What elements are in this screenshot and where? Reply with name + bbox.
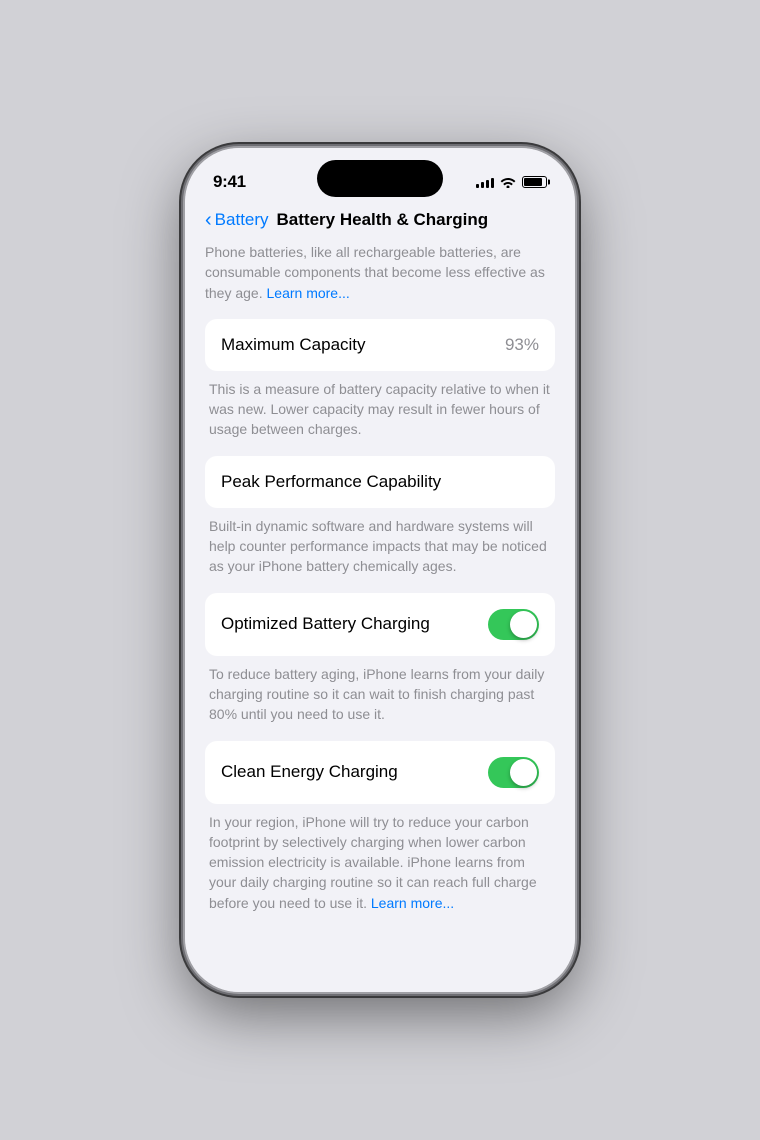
clean-energy-card: Clean Energy Charging — [205, 741, 555, 804]
maximum-capacity-label: Maximum Capacity — [221, 335, 366, 355]
phone-frame: 9:41 ‹ Battery — [185, 148, 575, 992]
back-label: Battery — [215, 210, 269, 230]
battery-icon — [522, 176, 547, 188]
optimized-charging-label: Optimized Battery Charging — [221, 614, 430, 634]
dynamic-island — [317, 160, 443, 197]
toggle-knob-2 — [510, 759, 537, 786]
page-title: Battery Health & Charging — [277, 210, 489, 230]
maximum-capacity-card: Maximum Capacity 93% — [205, 319, 555, 371]
wifi-icon — [500, 176, 516, 188]
status-bar: 9:41 — [185, 148, 575, 202]
maximum-capacity-note: This is a measure of battery capacity re… — [205, 379, 555, 440]
screen: 9:41 ‹ Battery — [185, 148, 575, 992]
signal-icon — [476, 176, 494, 188]
optimized-charging-note: To reduce battery aging, iPhone learns f… — [205, 664, 555, 725]
clean-energy-toggle[interactable] — [488, 757, 539, 788]
status-icons — [476, 176, 547, 188]
clean-energy-note: In your region, iPhone will try to reduc… — [205, 812, 555, 913]
toggle-knob — [510, 611, 537, 638]
peak-performance-card: Peak Performance Capability — [205, 456, 555, 508]
intro-learn-more-link[interactable]: Learn more... — [267, 285, 350, 301]
back-chevron-icon: ‹ — [205, 210, 212, 230]
back-button[interactable]: ‹ Battery — [205, 210, 269, 230]
peak-performance-label: Peak Performance Capability — [221, 472, 441, 491]
optimized-charging-toggle[interactable] — [488, 609, 539, 640]
maximum-capacity-value: 93% — [505, 335, 539, 355]
clean-energy-label: Clean Energy Charging — [221, 762, 398, 782]
content-area[interactable]: Phone batteries, like all rechargeable b… — [185, 242, 575, 992]
status-time: 9:41 — [213, 172, 246, 192]
peak-performance-note: Built-in dynamic software and hardware s… — [205, 516, 555, 577]
clean-energy-learn-more-link[interactable]: Learn more... — [371, 895, 454, 911]
nav-bar: ‹ Battery Battery Health & Charging — [185, 202, 575, 242]
intro-description: Phone batteries, like all rechargeable b… — [205, 242, 555, 303]
optimized-charging-card: Optimized Battery Charging — [205, 593, 555, 656]
